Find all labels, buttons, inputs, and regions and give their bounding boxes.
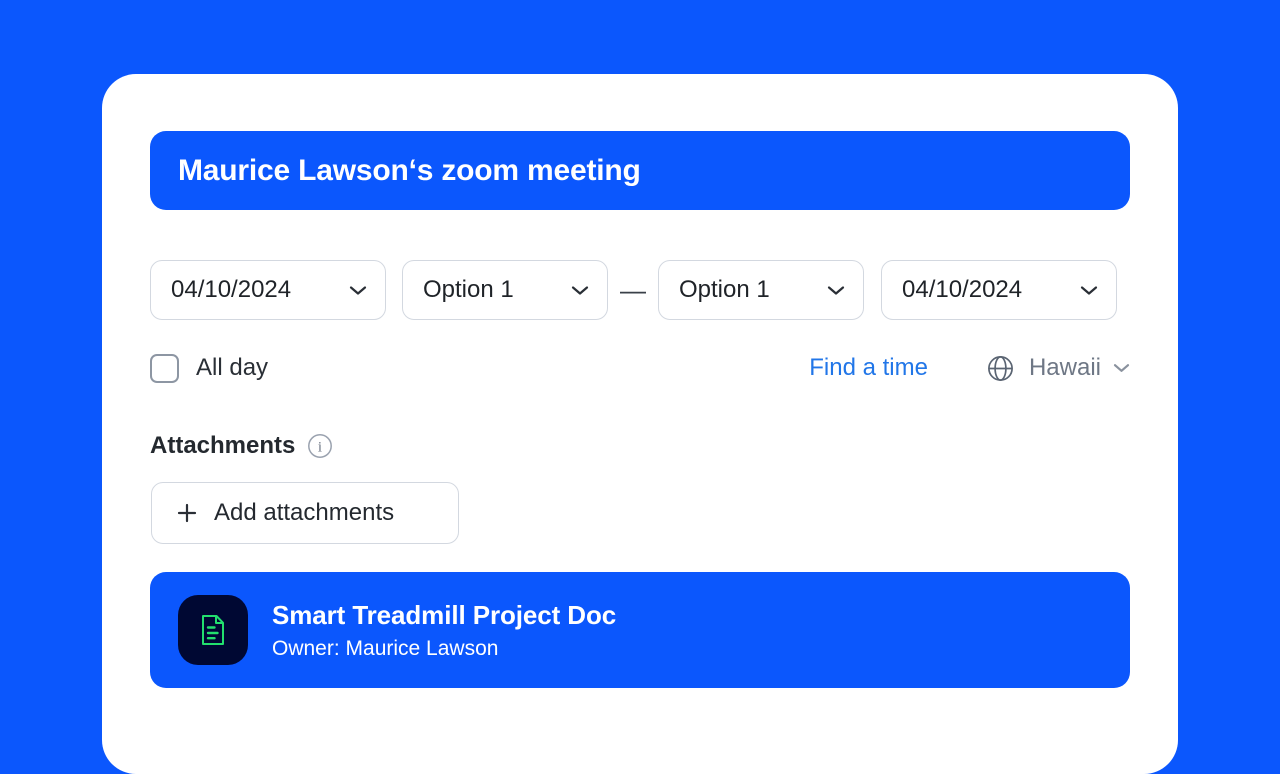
chevron-down-icon	[1080, 285, 1098, 295]
plus-icon	[177, 503, 197, 523]
attachments-title: Attachments	[150, 432, 296, 459]
attachment-owner: Owner: Maurice Lawson	[272, 636, 499, 660]
start-date-select[interactable]: 04/10/2024	[150, 260, 386, 320]
globe-icon	[988, 355, 1013, 381]
attachments-header: Attachments i	[150, 432, 1130, 460]
meeting-title: Maurice Lawson‘s zoom meeting	[178, 153, 641, 187]
start-time-value: Option 1	[423, 276, 514, 303]
end-date-select[interactable]: 04/10/2024	[881, 260, 1117, 320]
timezone-label: Hawaii	[1028, 354, 1101, 381]
schedule-row: 04/10/2024 Option 1 — Option 1 04/10/202…	[150, 260, 1130, 320]
attachment-name: Smart Treadmill Project Doc	[272, 599, 617, 630]
end-time-value: Option 1	[679, 276, 770, 303]
all-day-checkbox[interactable]	[150, 353, 179, 383]
meeting-details-card: Maurice Lawson‘s zoom meeting 04/10/2024…	[102, 74, 1178, 774]
attachment-list-item[interactable]: Smart Treadmill Project Doc Owner: Mauri…	[150, 572, 1130, 688]
attachment-text-group: Smart Treadmill Project Doc Owner: Mauri…	[272, 600, 616, 661]
modal-content: Maurice Lawson‘s zoom meeting 04/10/2024…	[150, 131, 1130, 688]
document-icon	[202, 615, 224, 645]
add-attachments-button[interactable]: Add attachments	[151, 482, 459, 544]
timezone-selector[interactable]: Hawaii	[986, 354, 1130, 383]
start-time-select[interactable]: Option 1	[402, 260, 608, 320]
all-day-row: All day Find a time Hawaii	[150, 352, 1130, 384]
attachment-icon-container	[178, 595, 248, 665]
chevron-down-icon	[827, 285, 845, 295]
info-glyph: i	[318, 439, 322, 455]
find-a-time-link[interactable]: Find a time	[809, 354, 928, 382]
end-time-select[interactable]: Option 1	[658, 260, 864, 320]
all-day-label: All day	[196, 354, 269, 381]
chevron-down-icon	[1113, 364, 1130, 372]
end-date-value: 04/10/2024	[902, 276, 1023, 303]
chevron-down-icon	[571, 285, 589, 295]
info-icon[interactable]: i	[307, 433, 333, 459]
add-attachments-label: Add attachments	[214, 499, 395, 526]
start-date-value: 04/10/2024	[171, 276, 292, 303]
range-separator: —	[620, 275, 646, 305]
chevron-down-icon	[349, 285, 367, 295]
meeting-title-bar[interactable]: Maurice Lawson‘s zoom meeting	[150, 131, 1130, 210]
